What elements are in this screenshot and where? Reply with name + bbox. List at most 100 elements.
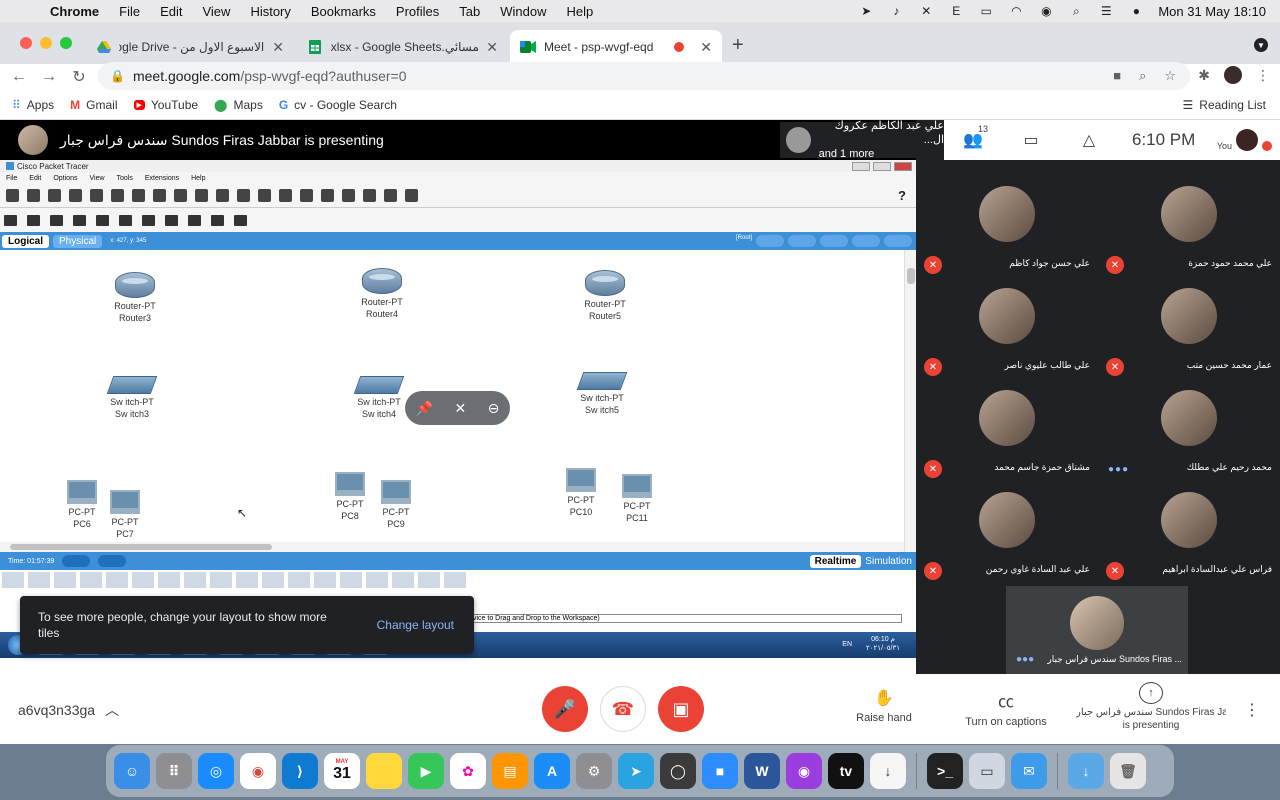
- forward-icon[interactable]: →: [34, 68, 64, 86]
- address-bar[interactable]: 🔒 meet.google.com /psp-wvgf-eqd?authuser…: [98, 62, 1190, 90]
- menu-help[interactable]: Help: [557, 4, 604, 19]
- undo-icon[interactable]: [216, 189, 229, 202]
- device-category[interactable]: [366, 572, 388, 588]
- vscode-icon[interactable]: ⟩: [282, 753, 318, 789]
- copy-icon[interactable]: [153, 189, 166, 202]
- device-category[interactable]: [80, 572, 102, 588]
- router4[interactable]: Router-PT Router4: [357, 268, 407, 320]
- inspect-icon[interactable]: [27, 214, 40, 226]
- draw-line-icon[interactable]: [119, 214, 132, 226]
- spotlight-search-icon[interactable]: ⌕: [1068, 4, 1084, 18]
- activities-button[interactable]: △: [1060, 130, 1118, 150]
- pt-menu-view[interactable]: View: [89, 175, 104, 182]
- pc7[interactable]: PC-PT PC7: [103, 490, 147, 540]
- pin-icon[interactable]: 📌: [416, 400, 433, 417]
- device-category[interactable]: [106, 572, 128, 588]
- navigation-arrow-icon[interactable]: ➤: [858, 4, 874, 18]
- siri-icon[interactable]: ●: [1128, 4, 1144, 18]
- books-icon[interactable]: ▤: [492, 753, 528, 789]
- safari-icon[interactable]: ◎: [198, 753, 234, 789]
- camera-toggle-button[interactable]: ▣: [658, 686, 704, 732]
- environment-button[interactable]: [884, 235, 912, 247]
- bookmark-star-icon[interactable]: ☆: [1164, 68, 1176, 84]
- device-category[interactable]: [340, 572, 362, 588]
- people-button[interactable]: 👥 13: [944, 124, 1002, 150]
- close-window-button[interactable]: [20, 37, 32, 49]
- zoom-in-icon[interactable]: [258, 189, 271, 202]
- keyboard-input-icon[interactable]: E: [948, 4, 964, 18]
- leave-call-button[interactable]: ☎: [600, 686, 646, 732]
- power-cycle-button[interactable]: [62, 555, 91, 567]
- device-category[interactable]: [132, 572, 154, 588]
- app-store-icon[interactable]: A: [534, 753, 570, 789]
- calendar-icon[interactable]: MAY 31: [324, 753, 360, 789]
- zoom-window-button[interactable]: [60, 37, 72, 49]
- delete-icon[interactable]: [50, 214, 63, 226]
- switch5[interactable]: Sw itch-PT Sw itch5: [574, 372, 630, 416]
- physical-tab[interactable]: Physical: [53, 234, 103, 248]
- mail-icon[interactable]: ✉: [1011, 753, 1047, 789]
- device-category[interactable]: [184, 572, 206, 588]
- device-category[interactable]: [236, 572, 258, 588]
- switch4[interactable]: Sw itch-PT Sw itch4: [351, 376, 407, 420]
- chrome-dock-icon[interactable]: ◉: [240, 753, 276, 789]
- save-icon[interactable]: [48, 189, 61, 202]
- root-label[interactable]: [Root]: [736, 235, 752, 247]
- device-category[interactable]: [288, 572, 310, 588]
- zoom-reset-icon[interactable]: [279, 189, 292, 202]
- close-tab-icon[interactable]: ✕: [700, 39, 712, 56]
- meeting-details-button[interactable]: a6vq3n33ga ︿: [18, 700, 119, 720]
- new-file-icon[interactable]: [6, 189, 19, 202]
- finder-icon[interactable]: ☺: [114, 753, 150, 789]
- pc10[interactable]: PC-PT PC10: [558, 468, 604, 518]
- close-tab-icon[interactable]: ✕: [486, 39, 498, 56]
- tab-search-icon[interactable]: ▼: [1254, 38, 1268, 52]
- device-category[interactable]: [54, 572, 76, 588]
- menu-file[interactable]: File: [109, 4, 150, 19]
- move-object-button[interactable]: [788, 235, 816, 247]
- workspace-vertical-scrollbar[interactable]: [904, 250, 916, 552]
- control-center-icon[interactable]: ☰: [1098, 4, 1114, 18]
- screenshot-app-icon[interactable]: ▭: [969, 753, 1005, 789]
- pdu-icon[interactable]: [363, 189, 376, 202]
- facetime-icon[interactable]: ▶: [408, 753, 444, 789]
- bookmark-cv-search[interactable]: Gcv - Google Search: [279, 98, 397, 112]
- menu-window[interactable]: Window: [490, 4, 556, 19]
- change-layout-button[interactable]: Change layout: [377, 617, 454, 633]
- device-category[interactable]: [28, 572, 50, 588]
- launchpad-icon[interactable]: ⠿: [156, 753, 192, 789]
- pc11[interactable]: PC-PT PC11: [614, 474, 660, 524]
- freeform-icon[interactable]: [188, 214, 201, 226]
- presenting-button[interactable]: ↑ سندس فراس جبار Sundos Firas Jab... is …: [1076, 682, 1226, 732]
- downloads-folder-icon[interactable]: ↓: [1068, 753, 1104, 789]
- device-category[interactable]: [444, 572, 466, 588]
- user-icon[interactable]: ◉: [1038, 4, 1054, 18]
- system-preferences-icon[interactable]: ⚙: [576, 753, 612, 789]
- participant-tile[interactable]: ✕ فراس علي عبدالسادة ابراهيم: [1098, 484, 1280, 586]
- zoom-icon[interactable]: ⌕: [1139, 68, 1146, 84]
- draw-ellipse-icon[interactable]: [165, 214, 178, 226]
- captions-button[interactable]: ㏄ Turn on captions: [960, 688, 1052, 728]
- simulation-mode-tab[interactable]: Simulation: [865, 556, 916, 567]
- realtime-mode-tab[interactable]: Realtime: [809, 554, 862, 568]
- mute-icon[interactable]: ✕: [454, 400, 466, 417]
- wizard-icon[interactable]: [111, 189, 124, 202]
- reload-icon[interactable]: ↻: [64, 67, 94, 87]
- back-icon[interactable]: ←: [4, 68, 34, 86]
- workspace-horizontal-scrollbar[interactable]: [0, 542, 904, 552]
- pt-menu-help[interactable]: Help: [191, 175, 205, 182]
- menubar-clock[interactable]: Mon 31 May 18:10: [1158, 4, 1266, 19]
- draw-rectangle-icon[interactable]: [142, 214, 155, 226]
- switch3[interactable]: Sw itch-PT Sw itch3: [104, 376, 160, 420]
- pc6[interactable]: PC-PT PC6: [60, 480, 104, 530]
- open-folder-icon[interactable]: [27, 189, 40, 202]
- mic-toggle-button[interactable]: 🎤: [542, 686, 588, 732]
- device-category[interactable]: [418, 572, 440, 588]
- device-category[interactable]: [158, 572, 180, 588]
- tab-google-meet[interactable]: Meet - psp-wvgf-eqd ✕: [510, 30, 722, 64]
- volume-icon[interactable]: ♪: [888, 4, 904, 18]
- podcasts-icon[interactable]: ◉: [786, 753, 822, 789]
- profile-avatar[interactable]: [1224, 66, 1242, 84]
- apple-tv-icon[interactable]: tv: [828, 753, 864, 789]
- device-category[interactable]: [314, 572, 336, 588]
